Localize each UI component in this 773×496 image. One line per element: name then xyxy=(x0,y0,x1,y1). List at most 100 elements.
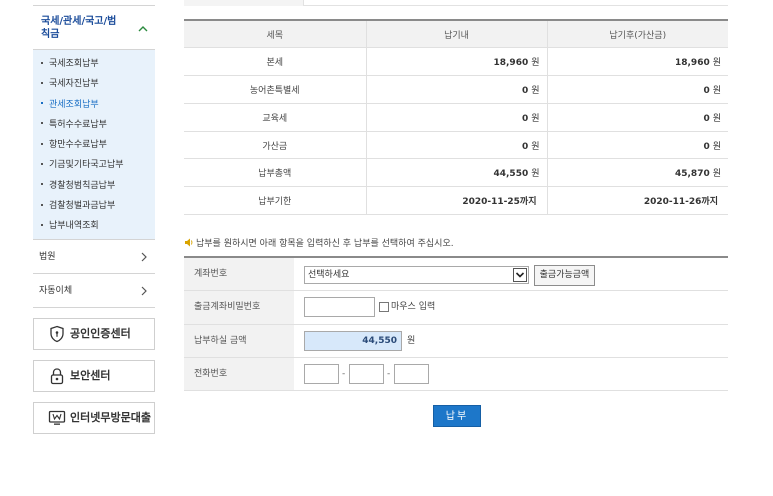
lock-icon xyxy=(50,368,64,384)
sidebar-item-label: 경찰청범칙금납부 xyxy=(49,180,116,191)
bullet-icon xyxy=(41,223,43,226)
sidebar-item-label: 특허수수료납부 xyxy=(49,119,107,130)
value-before: 44,550 원 xyxy=(366,158,548,188)
sidebar-item-fund-treasury[interactable]: 기금및기타국고납부 xyxy=(33,155,155,175)
account-password-input[interactable] xyxy=(304,297,375,318)
sidebar-item-label: 관세조회납부 xyxy=(49,99,99,110)
value-before: 0원 xyxy=(366,103,548,132)
table-row: 교육세 0원 0원 xyxy=(184,103,728,132)
button-label: 인터넷무방문대출 xyxy=(70,410,151,424)
bullet-icon xyxy=(41,122,43,125)
sidebar-item-prosecution-fine[interactable]: 검찰청벌과금납부 xyxy=(33,196,155,216)
pay-button[interactable]: 납부 xyxy=(433,405,481,427)
row-label: 본세 xyxy=(184,47,367,77)
payment-amount-input[interactable]: 44,550 xyxy=(304,330,402,351)
row-label: 농어촌특별세 xyxy=(184,75,367,104)
value-before: 2020-11-25까지 xyxy=(366,186,548,216)
sidebar-item-label: 국세자진납부 xyxy=(49,79,99,90)
value-after: 18,960 원 xyxy=(547,47,728,77)
account-select-value: 선택하세요 xyxy=(308,270,350,280)
header-tax-item: 세목 xyxy=(184,20,366,49)
bullet-icon xyxy=(41,142,43,145)
button-label: 보안센터 xyxy=(70,368,111,382)
sidebar-section-title-line2: 칙금 xyxy=(41,29,60,40)
bullet-icon xyxy=(41,203,43,206)
row-label: 가산금 xyxy=(184,131,367,160)
withdraw-available-button[interactable]: 출금가능금액 xyxy=(534,265,595,286)
mouse-input-checkbox[interactable] xyxy=(379,302,389,313)
sidebar-item-label: 납부내역조회 xyxy=(49,221,99,232)
chevron-up-icon xyxy=(138,26,148,32)
sidebar-item-label: 국세조회납부 xyxy=(49,59,99,69)
table-row: 납부기한 2020-11-25까지 2020-11-26까지 xyxy=(184,186,728,216)
dropdown-button[interactable] xyxy=(513,268,527,282)
sidebar-item-label: 검찰청벌과금납부 xyxy=(49,201,116,212)
chevron-down-icon xyxy=(515,272,525,278)
form-row-account: 계좌번호 선택하세요 출금가능금액 xyxy=(184,258,728,292)
sidebar-item-national-tax-inquiry[interactable]: 국세조회납부 xyxy=(33,54,155,74)
value-after: 0원 xyxy=(547,103,728,132)
amount-unit: 원 xyxy=(407,335,416,346)
sidebar-submenu: 국세조회납부 국세자진납부 관세조회납부 특허수수료납부 항만수수료납부 기금및… xyxy=(33,50,155,240)
sidebar-item-label: 항만수수료납부 xyxy=(49,140,107,151)
phone-dash: - xyxy=(387,368,391,379)
bullet-icon xyxy=(41,81,43,84)
value-after: 0원 xyxy=(547,131,728,160)
row-label: 납부총액 xyxy=(184,158,367,188)
sidebar-item-label: 기금및기타국고납부 xyxy=(49,160,124,171)
table-header-row: 세목 납기내 납기후(가산금) xyxy=(184,20,728,49)
account-label: 계좌번호 xyxy=(184,258,294,291)
phone-input-3[interactable] xyxy=(394,363,429,384)
tax-summary-table: 세목 납기내 납기후(가산금) 본세 18,960 원 18,960 원 농어촌특별… xyxy=(184,19,728,216)
security-center-button[interactable]: 보안센터 xyxy=(33,359,155,392)
shield-icon xyxy=(50,325,64,342)
payment-form: 계좌번호 선택하세요 출금가능금액 출금계좌비밀번호 마우스 입력 납부하실 금… xyxy=(184,256,728,392)
monitor-w-icon xyxy=(48,410,66,425)
form-row-password: 출금계좌비밀번호 마우스 입력 xyxy=(184,291,728,325)
mouse-input-label: 마우스 입력 xyxy=(391,302,436,313)
sidebar-section-court[interactable]: 법원 xyxy=(33,240,155,274)
bullet-icon xyxy=(41,61,43,64)
previous-table-edge xyxy=(184,0,728,6)
header-before-due: 납기내 xyxy=(365,20,548,49)
value-after: 2020-11-26까지 xyxy=(547,186,728,216)
chevron-right-icon xyxy=(141,252,147,262)
certificate-center-button[interactable]: 공인인증센터 xyxy=(33,317,155,350)
value-before: 0원 xyxy=(366,75,548,104)
sidebar-section-label: 법원 xyxy=(39,251,56,262)
sidebar-item-national-tax-self[interactable]: 국세자진납부 xyxy=(33,74,155,94)
button-label: 공인인증센터 xyxy=(70,326,131,340)
table-row: 가산금 0원 0원 xyxy=(184,131,728,160)
sidebar-item-patent-fee[interactable]: 특허수수료납부 xyxy=(33,115,155,135)
sidebar-section-title-line1: 국세/관세/국고/범 xyxy=(41,16,117,27)
value-after: 0원 xyxy=(547,75,728,104)
sidebar-section-auto-transfer[interactable]: 자동이체 xyxy=(33,274,155,308)
sidebar-item-police-fine[interactable]: 경찰청범칙금납부 xyxy=(33,176,155,196)
row-label: 납부기한 xyxy=(184,186,367,216)
account-select[interactable]: 선택하세요 xyxy=(304,266,529,284)
value-after: 45,870 원 xyxy=(547,158,728,188)
speaker-icon xyxy=(185,238,193,247)
value-before: 0원 xyxy=(366,131,548,160)
sidebar-section-header[interactable]: 국세/관세/국고/범 칙금 xyxy=(33,6,155,50)
table-row: 본세 18,960 원 18,960 원 xyxy=(184,47,728,77)
row-label: 교육세 xyxy=(184,103,367,132)
phone-dash: - xyxy=(342,368,346,379)
sidebar-item-payment-history[interactable]: 납부내역조회 xyxy=(33,216,155,236)
bullet-icon xyxy=(41,162,43,165)
sidebar-item-port-fee[interactable]: 항만수수료납부 xyxy=(33,135,155,155)
phone-input-1[interactable] xyxy=(304,363,339,384)
amount-label: 납부하실 금액 xyxy=(184,324,294,357)
sidebar-section-label: 자동이체 xyxy=(39,285,73,296)
phone-input-2[interactable] xyxy=(349,363,384,384)
bullet-icon xyxy=(41,183,43,186)
chevron-right-icon xyxy=(141,286,147,296)
table-row: 납부총액 44,550 원 45,870 원 xyxy=(184,158,728,188)
online-loan-button[interactable]: 인터넷무방문대출 xyxy=(33,401,155,434)
value-before: 18,960 원 xyxy=(366,47,548,77)
phone-label: 전화번호 xyxy=(184,357,294,391)
form-row-amount: 납부하실 금액 44,550 원 xyxy=(184,324,728,358)
bullet-icon xyxy=(41,102,43,105)
sidebar-item-customs-inquiry[interactable]: 관세조회납부 xyxy=(33,95,155,115)
notice-text: 납부를 원하시면 아래 항목을 입력하신 후 납부를 선택하여 주십시오. xyxy=(196,239,454,249)
